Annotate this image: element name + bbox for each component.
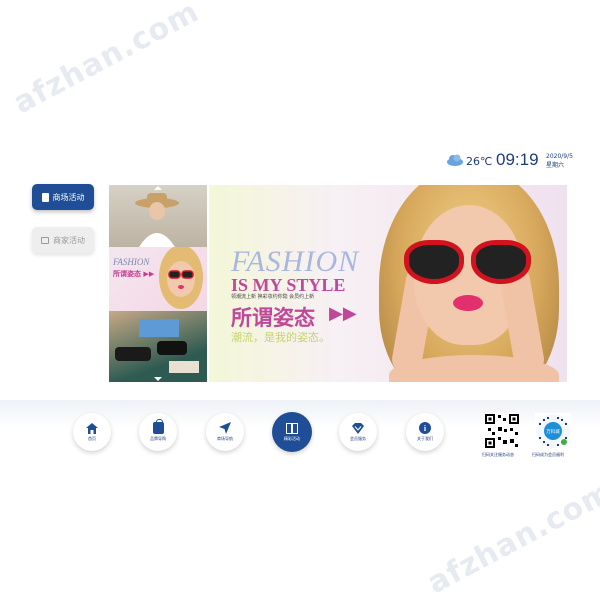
sunglasses-lens-right — [471, 240, 531, 284]
thumbnail-carousel[interactable]: FASHION 所谓姿态 ▶▶ — [109, 185, 207, 382]
banner-subline-cn: 潮流，是我的姿态。 — [231, 331, 330, 344]
model-lips — [453, 295, 483, 311]
thumbnail-shoes[interactable] — [109, 311, 207, 382]
nav-mall-navigation-button[interactable]: 商场导航 — [206, 413, 244, 451]
status-bar: 26℃ 09:19 2020/9/5 星期六 — [446, 150, 576, 174]
document-icon — [41, 192, 49, 202]
diamond-icon — [352, 422, 364, 434]
info-icon: i — [419, 422, 431, 434]
mall-activity-label: 商场活动 — [52, 192, 85, 202]
nav-home-label: 首页 — [88, 435, 96, 441]
temperature: 26℃ — [466, 155, 493, 168]
qr-code-follow — [484, 413, 520, 449]
date-block: 2020/9/5 星期六 — [546, 152, 573, 170]
banner-headline-cn: 所谓姿态 — [231, 306, 315, 330]
main-banner[interactable]: FASHION IS MY STYLE 领潮流上新 换彩妆约你隐 会员约上新 所… — [209, 185, 567, 382]
cloud-icon — [447, 154, 463, 166]
mall-activity-button[interactable]: 商场活动 — [32, 184, 94, 210]
nav-about-us-button[interactable]: i 关于我们 — [406, 413, 444, 451]
nav-home-button[interactable]: 首页 — [73, 413, 111, 451]
thumbnail-hat-model[interactable] — [109, 185, 207, 247]
banner-headline-en: FASHION — [231, 245, 360, 278]
nav-member-service-button[interactable]: 会员服务 — [339, 413, 377, 451]
merchant-activity-label: 商家活动 — [53, 235, 85, 245]
watermark-text: afzhan.com — [7, 0, 205, 122]
home-icon — [86, 422, 98, 434]
gift-icon — [286, 422, 298, 434]
merchant-activity-button[interactable]: 商家活动 — [32, 227, 94, 253]
qr-code-member: 万科城 — [535, 413, 571, 449]
sunglasses-lens-left — [404, 240, 464, 284]
banner-arrows: ▶▶ — [329, 303, 357, 324]
weekday-text: 星期六 — [546, 162, 565, 169]
qr-center-label: 万科城 — [546, 428, 560, 435]
qr-caption-follow: 扫码关注服务动态 — [482, 452, 514, 457]
scroll-down-icon[interactable] — [154, 377, 162, 381]
nav-member-service-label: 会员服务 — [350, 435, 366, 441]
qr-caption-member: 扫码成为会员福利 — [532, 452, 564, 457]
thumbnail-fashion-banner[interactable]: FASHION 所谓姿态 ▶▶ — [109, 247, 207, 311]
nav-mall-navigation-label: 商场导航 — [217, 436, 233, 441]
nav-about-us-label: 关于我们 — [417, 436, 433, 441]
nav-brand-guide-button[interactable]: 品牌导购 — [139, 413, 177, 451]
clock: 09:19 — [496, 150, 539, 169]
paper-plane-icon — [219, 422, 231, 434]
calendar-icon — [41, 236, 49, 244]
shopping-bag-icon — [152, 419, 164, 434]
banner-small-text: 领潮流上新 换彩妆约你隐 会员约上新 — [231, 294, 315, 300]
scroll-up-icon[interactable] — [154, 186, 162, 190]
nav-brand-guide-label: 品牌导购 — [150, 436, 166, 441]
nav-events-button[interactable]: 精彩活动 — [272, 412, 312, 452]
nav-events-label: 精彩活动 — [284, 435, 300, 441]
watermark-text: afzhan.com — [421, 473, 600, 601]
date-text: 2020/9/5 — [546, 153, 573, 160]
